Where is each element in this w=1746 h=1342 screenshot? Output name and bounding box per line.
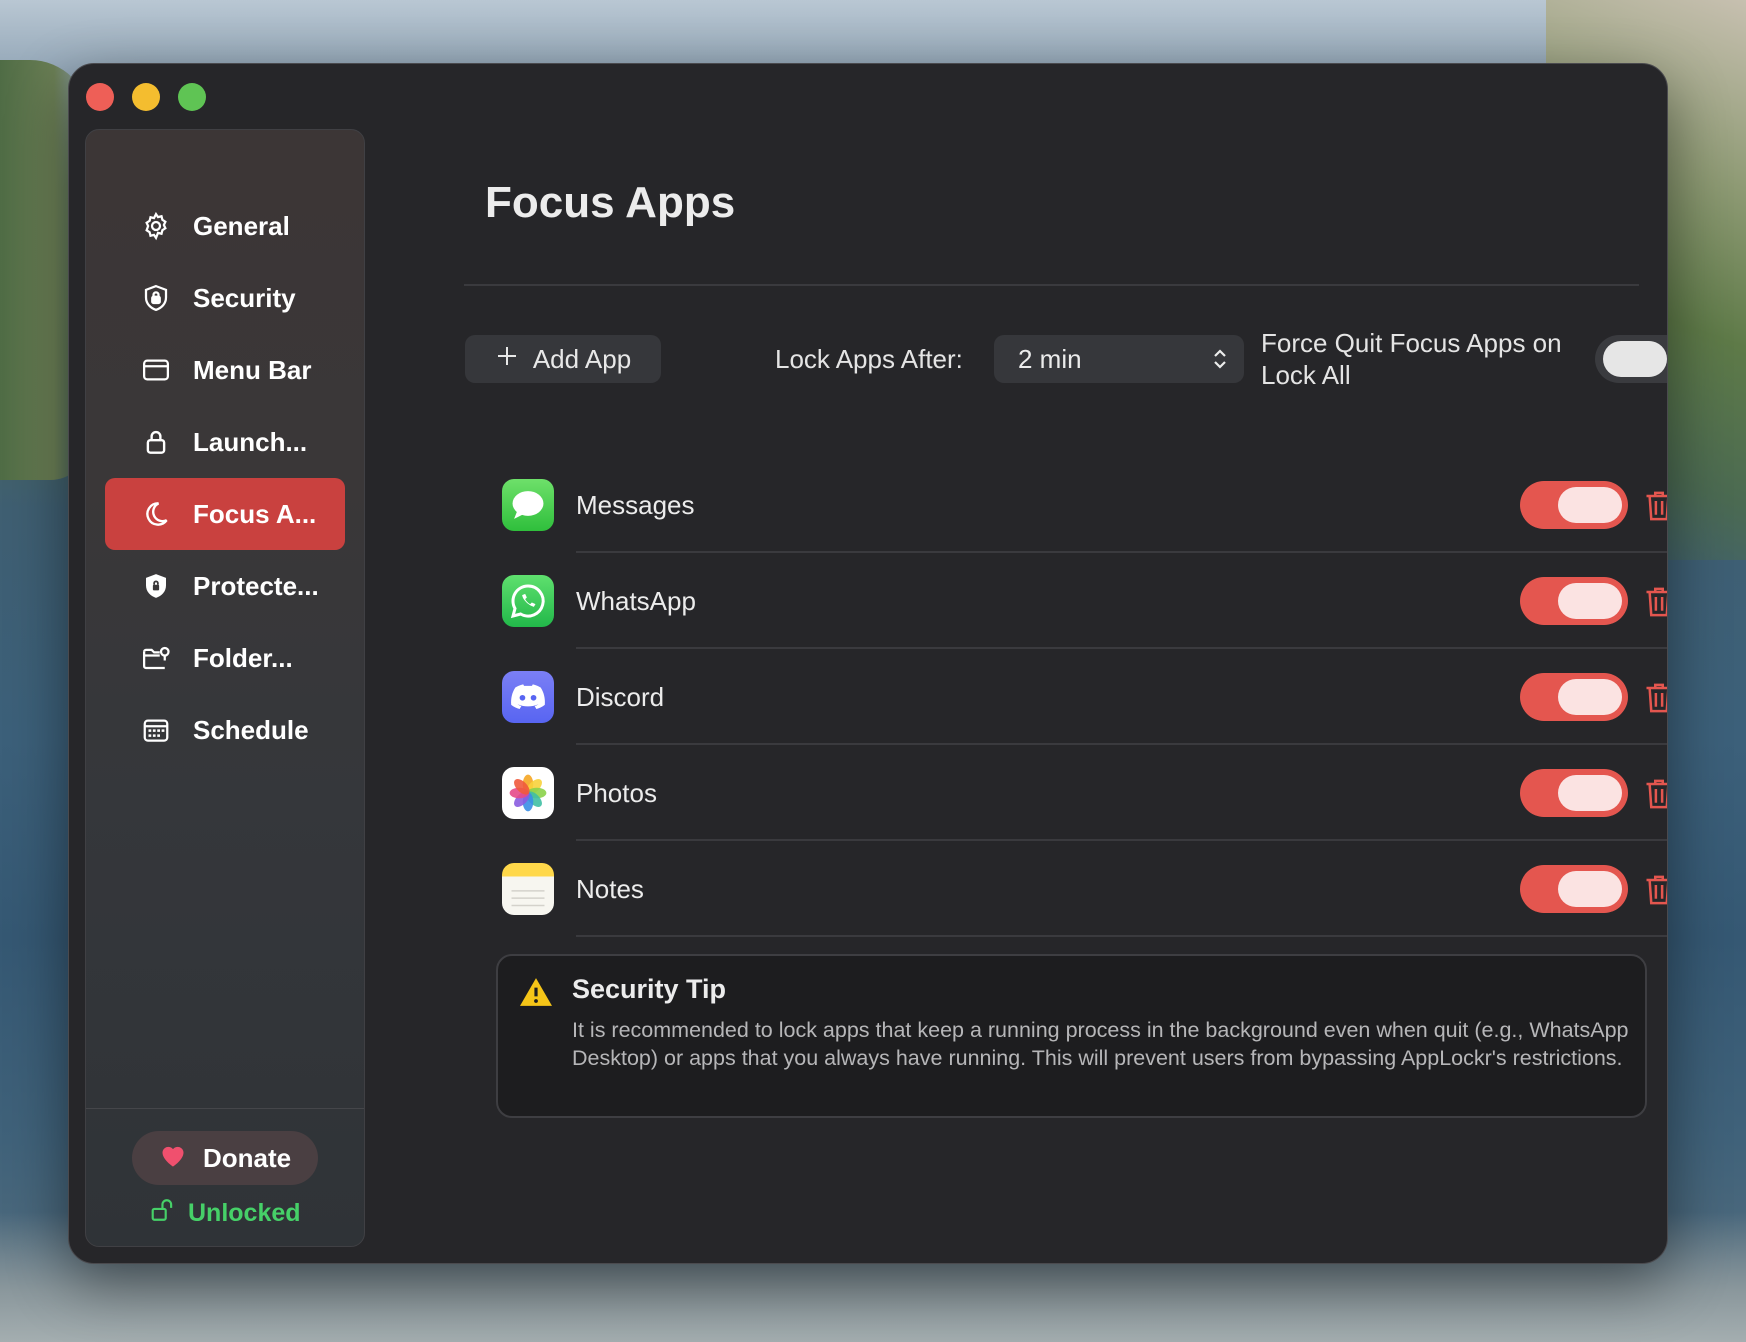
chevron-updown-icon: [1210, 345, 1230, 380]
app-enabled-toggle[interactable]: [1520, 577, 1628, 625]
donate-label: Donate: [202, 1142, 292, 1173]
status-label: Unlocked: [188, 1199, 301, 1227]
lock-apps-after-label: Lock Apps After:: [775, 344, 963, 374]
messages-icon: [502, 479, 554, 531]
menubar-icon: [139, 353, 173, 387]
close-window-button[interactable]: [86, 83, 114, 111]
trash-icon[interactable]: [1644, 777, 1667, 811]
window-controls: [86, 83, 206, 111]
tip-body: It is recommended to lock apps that keep…: [572, 1018, 1629, 1070]
notes-icon: [502, 863, 554, 915]
sidebar-item-protected[interactable]: Protecte...: [105, 550, 345, 622]
sidebar-footer: Donate Unlocked: [86, 1108, 364, 1246]
lock-icon: [139, 425, 173, 459]
plus-icon: [495, 344, 519, 375]
shield-lock-icon: [139, 281, 173, 315]
sidebar-item-label: Menu Bar: [193, 354, 312, 385]
gear-icon: [139, 209, 173, 243]
sidebar-item-folder[interactable]: Folder...: [105, 622, 345, 694]
sidebar-item-label: Focus A...: [193, 498, 317, 529]
page-title: Focus Apps: [485, 178, 736, 227]
sidebar-item-menu-bar[interactable]: Menu Bar: [105, 334, 345, 406]
photos-icon: [502, 767, 554, 819]
sidebar-item-schedule[interactable]: Schedule: [105, 694, 345, 766]
calendar-icon: [139, 713, 173, 747]
app-row-notes: Notes: [502, 841, 1667, 937]
minimize-window-button[interactable]: [132, 83, 160, 111]
app-window: General Security Menu Bar Launch... Focu…: [68, 63, 1668, 1264]
sidebar-list: General Security Menu Bar Launch... Focu…: [86, 190, 364, 766]
sidebar-item-label: Schedule: [193, 714, 309, 745]
app-enabled-toggle[interactable]: [1520, 673, 1628, 721]
moon-icon: [139, 497, 173, 531]
add-app-label: Add App: [532, 343, 632, 374]
folder-icon: [139, 641, 173, 675]
app-row-photos: Photos: [502, 745, 1667, 841]
app-enabled-toggle[interactable]: [1520, 481, 1628, 529]
security-tip-box: Security Tip It is recommended to lock a…: [496, 954, 1647, 1118]
shield-icon: [139, 569, 173, 603]
row-separator: [576, 935, 1667, 937]
app-name: Messages: [576, 489, 695, 520]
app-row-discord: Discord: [502, 649, 1667, 745]
tip-title: Security Tip: [572, 974, 727, 1004]
app-enabled-toggle[interactable]: [1520, 865, 1628, 913]
zoom-window-button[interactable]: [178, 83, 206, 111]
trash-icon[interactable]: [1644, 681, 1667, 715]
sidebar-item-general[interactable]: General: [105, 190, 345, 262]
focus-apps-list: Messages WhatsApp Discord Photos Notes: [502, 457, 1667, 937]
heart-icon: [159, 1142, 187, 1175]
sidebar-item-label: Protecte...: [193, 570, 319, 601]
header-divider: [464, 284, 1639, 286]
warning-icon: [518, 976, 554, 1013]
app-name: Discord: [576, 681, 665, 712]
sidebar: General Security Menu Bar Launch... Focu…: [85, 129, 365, 1247]
sidebar-item-label: Launch...: [193, 426, 308, 457]
sidebar-item-launch[interactable]: Launch...: [105, 406, 345, 478]
app-enabled-toggle[interactable]: [1520, 769, 1628, 817]
sidebar-item-label: Security: [193, 282, 296, 313]
add-app-button[interactable]: Add App: [465, 335, 661, 383]
sidebar-item-focus-apps[interactable]: Focus A...: [105, 478, 345, 550]
trash-icon[interactable]: [1644, 873, 1667, 907]
discord-icon: [502, 671, 554, 723]
trash-icon[interactable]: [1644, 585, 1667, 619]
app-name: Photos: [576, 777, 657, 808]
unlocked-icon: [150, 1197, 176, 1230]
app-row-messages: Messages: [502, 457, 1667, 553]
trash-icon[interactable]: [1644, 489, 1667, 523]
app-row-whatsapp: WhatsApp: [502, 553, 1667, 649]
sidebar-item-security[interactable]: Security: [105, 262, 345, 334]
app-name: WhatsApp: [576, 585, 696, 616]
main-content: Focus Apps Add App Lock Apps After: 2 mi…: [397, 64, 1667, 1263]
sidebar-item-label: Folder...: [193, 642, 293, 673]
lock-after-value: 2 min: [1018, 343, 1082, 374]
app-name: Notes: [576, 873, 644, 904]
whatsapp-icon: [502, 575, 554, 627]
sidebar-item-label: General: [193, 210, 290, 241]
lock-status: Unlocked: [150, 1197, 301, 1230]
donate-button[interactable]: Donate: [132, 1131, 318, 1185]
force-quit-toggle[interactable]: [1595, 335, 1667, 383]
lock-after-select[interactable]: 2 min: [994, 335, 1244, 383]
force-quit-label: Force Quit Focus Apps on Lock All: [1261, 328, 1562, 390]
